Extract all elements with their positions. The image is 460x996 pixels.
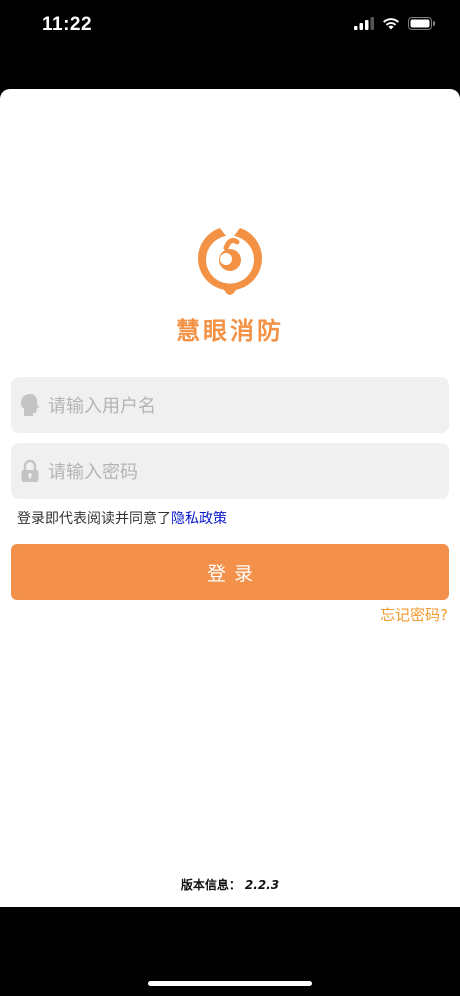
password-field[interactable] bbox=[11, 443, 449, 501]
username-input[interactable] bbox=[46, 377, 440, 435]
version-info: 版本信息： 2.2.3 bbox=[0, 876, 460, 893]
battery-icon bbox=[408, 17, 435, 30]
login-sheet: 慧眼消防 登录即代表阅读并同意了隐私政策 登录 忘记密码? 版本信息：2.2.3 bbox=[0, 89, 460, 907]
password-input[interactable] bbox=[46, 443, 440, 501]
agreement-label: 登录即代表阅读并同意了 bbox=[17, 511, 171, 527]
cellular-signal-icon bbox=[354, 17, 374, 30]
user-icon bbox=[21, 394, 39, 416]
home-indicator[interactable] bbox=[148, 981, 312, 986]
app-logo-icon bbox=[198, 228, 262, 295]
wifi-icon bbox=[383, 18, 399, 30]
status-icons bbox=[354, 17, 436, 30]
status-time: 11:22 bbox=[42, 14, 93, 35]
version-number: 2.2.3 bbox=[244, 878, 280, 892]
login-button[interactable]: 登录 bbox=[11, 544, 449, 600]
app-name: 慧眼消防 bbox=[176, 317, 284, 345]
forgot-password-link[interactable]: 忘记密码? bbox=[380, 604, 448, 625]
version-label: 版本信息： bbox=[180, 878, 241, 892]
username-field[interactable] bbox=[11, 377, 449, 435]
status-bar: 11:22 bbox=[0, 0, 460, 50]
agreement-text: 登录即代表阅读并同意了隐私政策 bbox=[17, 508, 227, 528]
lock-icon bbox=[21, 459, 39, 482]
privacy-policy-link[interactable]: 隐私政策 bbox=[171, 511, 227, 527]
